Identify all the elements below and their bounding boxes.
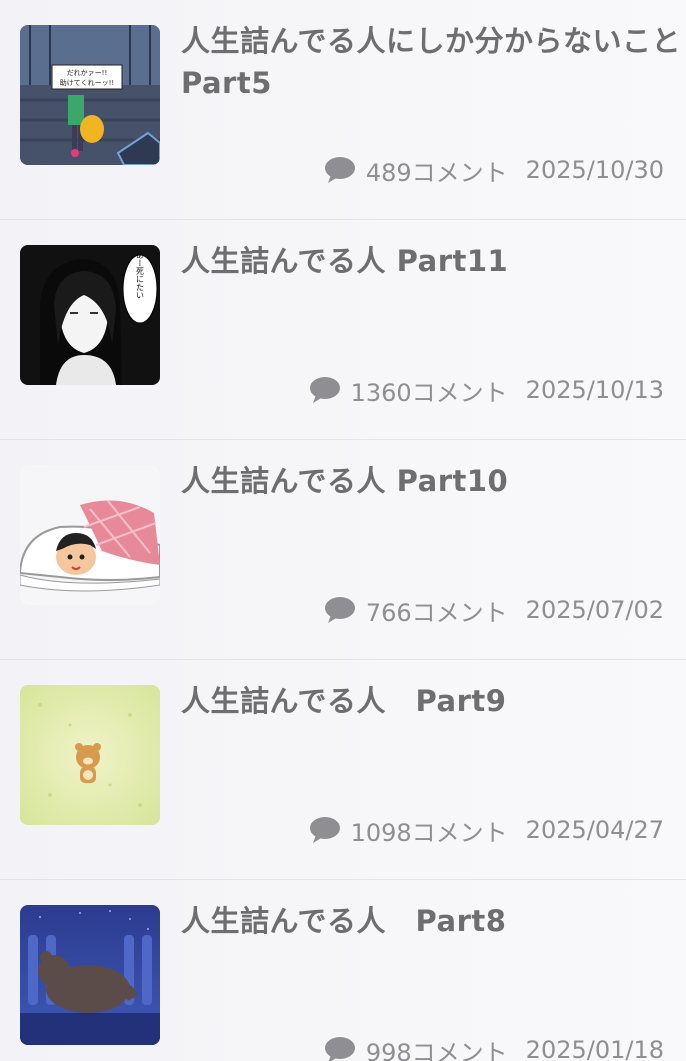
speech-bubble-icon [324, 1037, 355, 1061]
thread-list: だれかァー!! 助けてくれーッ!! 人生詰んでる人にしか分からないことPart5… [0, 0, 686, 1061]
speech-bubble-icon [324, 157, 355, 183]
speech-bubble-icon [309, 377, 340, 403]
thread-row[interactable]: 人生詰んでる人 Part9 1098コメント 2025/04/27 [0, 660, 686, 880]
thread-thumbnail: だれかァー!! 助けてくれーッ!! [20, 25, 160, 165]
thread-thumbnail [20, 465, 160, 605]
thread-thumbnail [20, 685, 160, 825]
thread-thumbnail: あー死にたい [20, 245, 160, 385]
thread-row[interactable]: 人生詰んでる人 Part8 998コメント 2025/01/18 [0, 880, 686, 1061]
thread-date: 2025/01/18 [525, 1036, 664, 1061]
comment-count: 1098コメント [350, 818, 508, 847]
thread-date: 2025/10/30 [525, 156, 664, 184]
comment-count: 766コメント [365, 598, 508, 627]
thread-meta: 489コメント 2025/10/30 [324, 150, 664, 190]
thread-title: 人生詰んでる人 Part8 [181, 904, 507, 938]
thread-row[interactable]: あー死にたい 人生詰んでる人 Part11 1360コメント 2025/10/1… [0, 220, 686, 440]
thread-meta: 766コメント 2025/07/02 [324, 590, 664, 630]
thread-title: 人生詰んでる人 Part9 [181, 684, 507, 718]
thread-date: 2025/10/13 [525, 376, 664, 404]
thread-title: 人生詰んでる人 Part10 [181, 464, 509, 498]
svg-text:あー死にたい: あー死にたい [136, 251, 145, 299]
thread-meta: 1098コメント 2025/04/27 [309, 810, 664, 850]
thread-date: 2025/04/27 [525, 816, 664, 844]
thread-meta: 1360コメント 2025/10/13 [309, 370, 664, 410]
svg-text:だれかァー!!: だれかァー!! [67, 69, 108, 77]
thread-thumbnail [20, 905, 160, 1045]
svg-text:助けてくれーッ!!: 助けてくれーッ!! [60, 78, 114, 87]
thread-row[interactable]: だれかァー!! 助けてくれーッ!! 人生詰んでる人にしか分からないことPart5… [0, 0, 686, 220]
thread-date: 2025/07/02 [525, 596, 664, 624]
speech-bubble-icon [324, 597, 355, 623]
thread-row[interactable]: 人生詰んでる人 Part10 766コメント 2025/07/02 [0, 440, 686, 660]
comment-count: 489コメント [365, 158, 508, 187]
speech-bubble-icon [309, 817, 340, 843]
comment-count: 1360コメント [350, 378, 508, 407]
thread-title: 人生詰んでる人 Part11 [181, 244, 509, 278]
thread-title: 人生詰んでる人にしか分からないことPart5 [181, 24, 682, 100]
comment-count: 998コメント [365, 1038, 508, 1061]
thread-meta: 998コメント 2025/01/18 [324, 1030, 664, 1061]
